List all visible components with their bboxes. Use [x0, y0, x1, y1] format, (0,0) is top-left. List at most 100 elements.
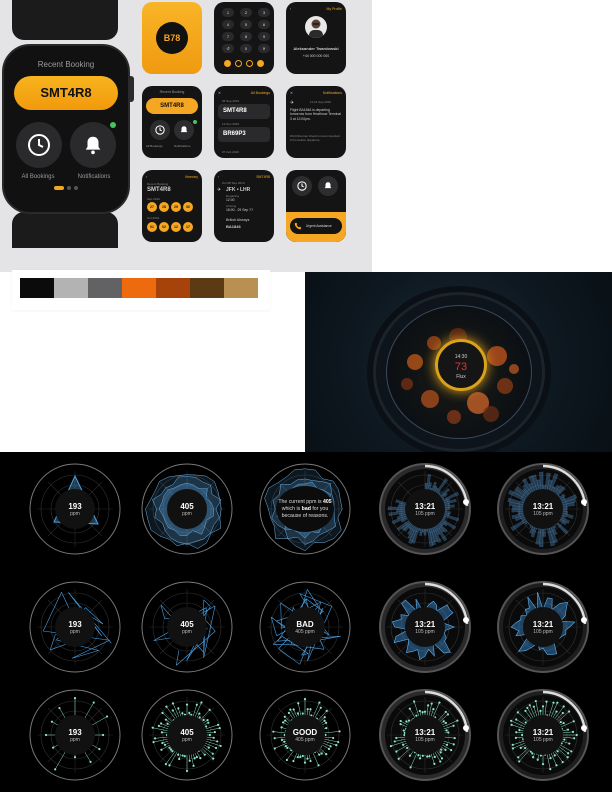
watch-strap-bottom: [12, 212, 118, 248]
back-chevron-icon[interactable]: ‹: [218, 175, 219, 179]
dial-unit: 105 ppm: [533, 510, 553, 517]
sensor-dial: The current ppm is 405 which is bad for …: [258, 462, 352, 556]
tile-logo[interactable]: B78: [142, 2, 202, 74]
booking-item[interactable]: SMT4R8: [218, 104, 270, 119]
notifications-button[interactable]: [70, 122, 116, 168]
sensor-dial: 13:21 105 ppm: [378, 580, 472, 674]
flight-number: BA1846: [226, 224, 241, 229]
notifications-label: Notifications: [77, 174, 111, 180]
key-2[interactable]: 2: [240, 8, 252, 17]
sensor-dial: 193 ppm: [28, 688, 122, 782]
bell-icon: [324, 182, 332, 189]
dial-unit: ppm: [182, 736, 192, 743]
notification-date: 11:21 Sep 2019: [310, 100, 331, 104]
dial-readout: BAD 405 ppm: [285, 607, 325, 647]
booking-date: 07 Feb 2019: [222, 150, 239, 154]
key-6[interactable]: 6: [258, 20, 270, 29]
dial-unit: ppm: [70, 510, 80, 517]
dial-value: 13:21: [532, 619, 554, 629]
dial-unit: ppm: [182, 510, 192, 517]
booking-code: SMT4R8: [223, 108, 247, 114]
dial-value: 13:21: [532, 501, 554, 511]
palette-swatch: [88, 278, 122, 298]
bokeh-circle: [447, 410, 461, 424]
booking-item[interactable]: BR69P3: [218, 127, 270, 142]
key-7[interactable]: 7: [222, 32, 234, 41]
booking-date: 05 Sep 2019: [222, 99, 240, 103]
bokeh-circle: [483, 406, 499, 422]
urgent-assistance-button[interactable]: Urgent Assistance: [290, 218, 342, 234]
profile-name: Aleksander Twardowski: [293, 46, 339, 51]
dial-unit: ppm: [70, 736, 80, 743]
dial-value: 13:21: [414, 501, 436, 511]
key-3[interactable]: 3: [258, 8, 270, 17]
tile-all-bookings-button[interactable]: [150, 120, 170, 140]
date-chip[interactable]: 12: [171, 222, 181, 232]
dial-unit: 105 ppm: [415, 736, 435, 743]
ppm-message: The current ppm is 405 which is bad for …: [276, 486, 334, 532]
phone-icon: [294, 222, 302, 230]
date-chip[interactable]: 17: [183, 222, 193, 232]
close-icon[interactable]: ✕: [290, 91, 293, 95]
sensor-dial: BAD 405 ppm: [258, 580, 352, 674]
key-clear[interactable]: ✕: [258, 44, 270, 53]
clock-icon: [28, 134, 50, 156]
tile-notifications-button[interactable]: [318, 176, 338, 196]
booking-code: BR69P3: [223, 131, 246, 137]
tile-notifications-button[interactable]: [174, 120, 194, 140]
color-palette: [12, 270, 270, 310]
support-footer: Urgent Assistance: [286, 212, 346, 242]
clock-icon: [155, 125, 165, 135]
itinerary-group-label: Sep 2019: [147, 197, 160, 201]
booking-code-button[interactable]: SMT4R8: [14, 76, 118, 110]
key-5[interactable]: 5: [240, 20, 252, 29]
date-chip[interactable]: 02: [159, 222, 169, 232]
date-chip[interactable]: 28: [159, 202, 169, 212]
key-1[interactable]: 1: [222, 8, 234, 17]
tile-all-bookings: ✕ All Bookings 05 Sep 2019 SMT4R8 12 Nov …: [214, 86, 274, 158]
dial-value: 193: [68, 619, 82, 629]
dial-value: 13:21: [532, 727, 554, 737]
dial-value: 193: [68, 501, 82, 511]
date-chip[interactable]: 01: [147, 222, 157, 232]
b78-logo: B78: [156, 22, 188, 54]
tile-recent-code-button[interactable]: SMT4R8: [146, 98, 198, 114]
date-chip[interactable]: 27: [147, 202, 157, 212]
tile-profile: ‹ My Profile Aleksander Twardowski +44 00…: [286, 2, 346, 74]
all-bookings-button[interactable]: [16, 122, 62, 168]
profile-header: My Profile: [326, 7, 342, 11]
tile-keypad: 1 2 3 4 5 6 7 8 9 ↺ 0 ✕: [214, 2, 274, 74]
dial-unit: 405 ppm: [295, 736, 315, 743]
back-chevron-icon[interactable]: ‹: [146, 175, 147, 179]
close-icon[interactable]: ✕: [218, 91, 221, 95]
notification-secondary: Wi-Fi/Internet check is recommended 2 hr…: [290, 134, 340, 142]
key-0[interactable]: 0: [240, 44, 252, 53]
dial-readout: 193 ppm: [55, 715, 95, 755]
key-refresh[interactable]: ↺: [222, 44, 234, 53]
dial-readout: GOOD 405 ppm: [285, 715, 325, 755]
dial-readout: 405 ppm: [167, 607, 207, 647]
dial-value: 405: [180, 501, 194, 511]
key-8[interactable]: 8: [240, 32, 252, 41]
tile-notifications: ✕ Notifications ✈ 11:21 Sep 2019 Flight B…: [286, 86, 346, 158]
key-4[interactable]: 4: [222, 20, 234, 29]
pin-entry-dots: [224, 60, 264, 67]
tile-support: Urgent Assistance: [286, 170, 346, 242]
notification-indicator: [110, 122, 116, 128]
dial-unit: 105 ppm: [533, 736, 553, 743]
dial-readout: 193 ppm: [55, 489, 95, 529]
date-chip[interactable]: 29: [171, 202, 181, 212]
clock-icon: [297, 181, 307, 191]
back-chevron-icon[interactable]: ‹: [290, 7, 291, 11]
palette-swatches: [20, 278, 258, 298]
notification-message: Flight BA1846 is departing tomorrow from…: [290, 108, 341, 121]
key-9[interactable]: 9: [258, 32, 270, 41]
dial-unit: ppm: [70, 628, 80, 635]
sensor-dial: 13:21 105 ppm: [378, 462, 472, 556]
date-chip[interactable]: 30: [183, 202, 193, 212]
flight-header: SMT4R8: [256, 175, 270, 179]
tile-recent-booking: Recent Booking SMT4R8 All Bookings Notif…: [142, 86, 202, 158]
tile-all-bookings-button[interactable]: [292, 176, 312, 196]
dial-unit: 105 ppm: [415, 510, 435, 517]
itinerary-date-row: 27 28 29 30: [147, 202, 195, 212]
